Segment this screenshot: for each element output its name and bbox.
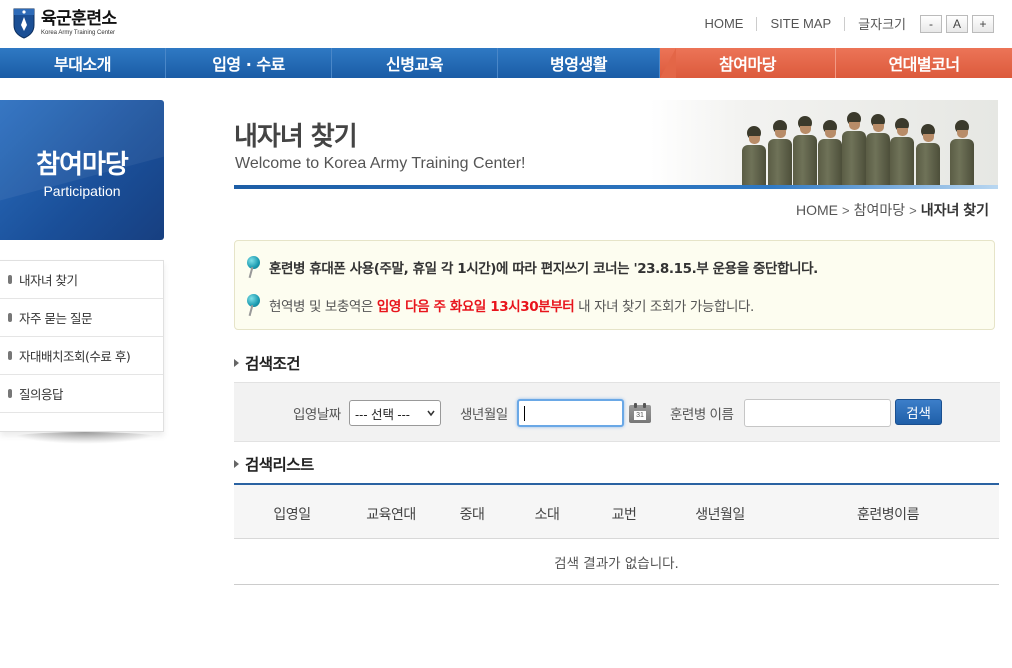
home-link[interactable]: HOME <box>704 16 743 31</box>
soldier-figure <box>890 118 914 186</box>
sidebar-shadow <box>10 432 160 444</box>
font-reset-button[interactable]: A <box>946 14 968 33</box>
calendar-number: 31 <box>634 411 646 420</box>
trainee-name-input[interactable] <box>744 399 891 427</box>
sidebar-item-placement-lookup[interactable]: 자대배치조회(수료 후) <box>0 337 163 375</box>
soldier-figure <box>742 126 766 186</box>
utility-nav: HOME SITE MAP 글자크기 - A + <box>704 14 994 33</box>
column-header: 중대 <box>459 507 485 523</box>
font-increase-button[interactable]: + <box>972 14 994 33</box>
column-header: 입영일 <box>273 507 311 523</box>
sidebar-item-label: 내자녀 찾기 <box>19 273 78 288</box>
notice-line: 훈련병 휴대폰 사용(주말, 휴일 각 1시간)에 따라 편지쓰기 코너는 '2… <box>247 256 818 279</box>
birthdate-label: 생년월일 <box>460 407 508 423</box>
bullet-icon <box>8 389 12 398</box>
font-size-label: 글자크기 <box>858 17 906 32</box>
triangle-bullet-icon <box>234 359 239 367</box>
chevron-down-icon <box>427 410 435 417</box>
soldiers-banner-image <box>650 100 998 186</box>
main-nav: 부대소개 입영 · 수료 신병교육 병영생활 참여마당 연대별코너 <box>0 48 1012 78</box>
site-logo[interactable]: 육군훈련소 Korea Army Training Center <box>12 7 117 39</box>
column-header: 소대 <box>534 507 560 523</box>
sidebar-item-label: 자대배치조회(수료 후) <box>19 349 131 364</box>
column-header: 교번 <box>611 507 637 523</box>
nav-item-enlistment[interactable]: 입영 · 수료 <box>166 48 332 78</box>
sidebar-title: 참여마당 <box>36 150 129 180</box>
sidebar-item-qna[interactable]: 질의응답 <box>0 375 163 413</box>
chevron-right-icon: > <box>909 202 917 218</box>
nav-item-participation[interactable]: 참여마당 <box>660 48 836 78</box>
nav-item-regiment-corner[interactable]: 연대별코너 <box>836 48 1012 78</box>
title-underline <box>234 185 998 189</box>
notice-box: 훈련병 휴대폰 사용(주말, 휴일 각 1시간)에 따라 편지쓰기 코너는 '2… <box>234 240 995 330</box>
soldier-figure <box>768 120 792 186</box>
divider <box>844 16 846 31</box>
breadcrumb-home[interactable]: HOME <box>796 202 838 218</box>
breadcrumb-current: 내자녀 찾기 <box>920 202 989 218</box>
notice-text: 현역병 및 보충역은 <box>269 299 377 315</box>
text-caret <box>524 406 525 421</box>
bullet-icon <box>8 313 12 322</box>
page-subtitle: Welcome to Korea Army Training Center! <box>235 155 526 172</box>
bullet-icon <box>8 275 12 284</box>
sidebar-item-find-child[interactable]: 내자녀 찾기 <box>0 261 163 299</box>
sidebar-item-label: 질의응답 <box>19 387 64 402</box>
breadcrumb-participation[interactable]: 참여마당 <box>854 200 906 220</box>
nav-item-unit-intro[interactable]: 부대소개 <box>0 48 166 78</box>
nav-item-recruit-training[interactable]: 신병교육 <box>332 48 498 78</box>
enlistment-date-label: 입영날짜 <box>293 407 341 423</box>
empty-results-message: 검색 결과가 없습니다. <box>234 539 999 585</box>
trainee-name-label: 훈련병 이름 <box>670 407 734 423</box>
logo-subtitle: Korea Army Training Center <box>41 29 116 36</box>
birthdate-input[interactable] <box>517 399 624 427</box>
results-section-title: 검색리스트 <box>234 453 314 475</box>
notice-text: 훈련병 휴대폰 사용(주말, 휴일 각 1시간)에 따라 편지쓰기 코너는 '2… <box>269 261 818 277</box>
calendar-icon[interactable]: 31 <box>629 403 651 423</box>
soldier-figure <box>916 124 940 186</box>
search-form: 입영날짜 --- 선택 --- 생년월일 31 훈련병 이름 검색 <box>234 382 1000 442</box>
chevron-right-icon: > <box>841 202 850 218</box>
enlistment-date-select[interactable]: --- 선택 --- <box>349 400 441 426</box>
sidebar-item-label: 자주 묻는 질문 <box>19 311 92 326</box>
sidebar-subtitle: Participation <box>43 183 121 199</box>
pushpin-icon <box>247 256 261 279</box>
notice-highlight: 입영 다음 주 화요일 13시30분부터 <box>376 299 575 315</box>
sidebar-item-faq[interactable]: 자주 묻는 질문 <box>0 299 163 337</box>
pushpin-icon <box>247 294 261 317</box>
sidebar-title-box: 참여마당 Participation <box>0 100 164 240</box>
soldier-figure <box>950 120 974 186</box>
soldier-figure <box>818 120 842 186</box>
breadcrumb: HOME > 참여마당 > 내자녀 찾기 <box>796 200 989 220</box>
soldier-figure <box>793 116 817 186</box>
army-emblem-icon <box>12 7 36 39</box>
select-value: --- 선택 --- <box>355 407 410 422</box>
sitemap-link[interactable]: SITE MAP <box>770 16 831 31</box>
column-header: 교육연대 <box>366 507 416 523</box>
divider <box>756 16 758 31</box>
column-header: 훈련병이름 <box>857 507 919 523</box>
header: 육군훈련소 Korea Army Training Center HOME SI… <box>0 0 1012 48</box>
page-title: 내자녀 찾기 <box>234 122 358 152</box>
notice-text: 내 자녀 찾기 조회가 가능합니다. <box>574 299 754 315</box>
table-header: 입영일 교육연대 중대 소대 교번 생년월일 훈련병이름 <box>234 483 999 539</box>
soldier-figure <box>866 114 890 186</box>
column-header: 생년월일 <box>695 507 745 523</box>
search-section-title: 검색조건 <box>234 352 301 374</box>
nav-slant-decoration <box>660 48 676 78</box>
soldier-figure <box>842 112 866 186</box>
section-title-text: 검색리스트 <box>245 456 314 474</box>
results-table: 입영일 교육연대 중대 소대 교번 생년월일 훈련병이름 검색 결과가 없습니다… <box>234 483 999 585</box>
triangle-bullet-icon <box>234 460 239 468</box>
font-decrease-button[interactable]: - <box>920 14 942 33</box>
notice-line: 현역병 및 보충역은 입영 다음 주 화요일 13시30분부터 내 자녀 찾기 … <box>247 294 754 317</box>
nav-item-barracks-life[interactable]: 병영생활 <box>498 48 660 78</box>
bullet-icon <box>8 351 12 360</box>
sidebar-menu: 내자녀 찾기 자주 묻는 질문 자대배치조회(수료 후) 질의응답 <box>0 260 164 432</box>
search-button[interactable]: 검색 <box>895 399 942 425</box>
section-title-text: 검색조건 <box>245 355 301 373</box>
logo-title: 육군훈련소 <box>41 8 117 29</box>
